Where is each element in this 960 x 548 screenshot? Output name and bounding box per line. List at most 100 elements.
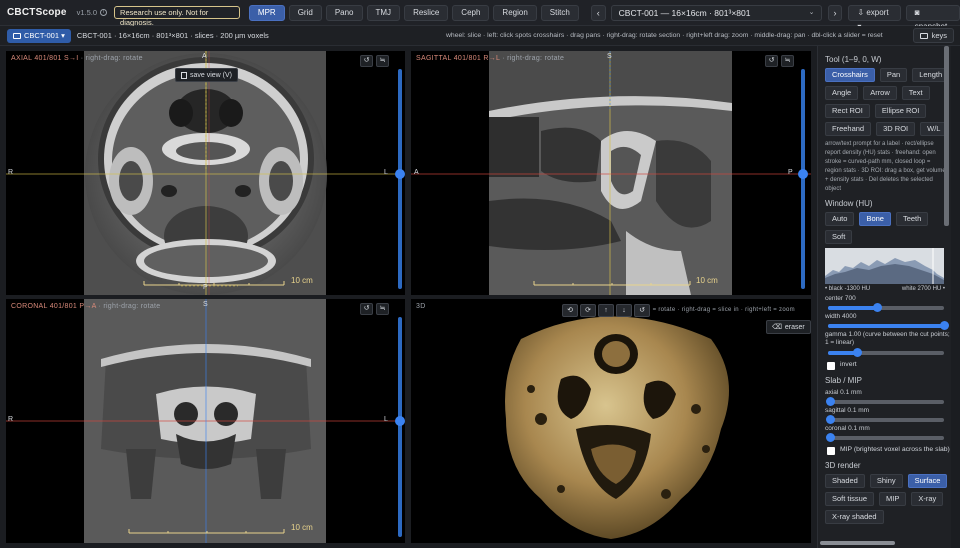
window-bone-button[interactable]: Bone [859, 212, 891, 226]
tool-freehand-button[interactable]: Freehand [825, 122, 872, 136]
hu-histogram[interactable] [825, 248, 944, 284]
tool-angle-button[interactable]: Angle [825, 86, 859, 100]
tool-panel: Tool (1–9, 0, W) Crosshairs Pan Length A… [817, 46, 951, 548]
arrow-up-icon[interactable]: ↑ [598, 304, 614, 317]
render-shaded-button[interactable]: Shaded [825, 474, 865, 488]
chevron-down-icon: ⌄ [808, 8, 815, 16]
layout-stitch-button[interactable]: Stitch [540, 4, 579, 21]
sync-icon[interactable]: ≒ [376, 55, 389, 67]
sagittal-label: SAGITTAL 401/801 R→L · right-drag: rotat… [416, 55, 565, 62]
sagittal-slab-slider[interactable] [826, 415, 944, 424]
sync-icon[interactable]: ≒ [781, 55, 794, 67]
scale-label: 10 cm [291, 276, 313, 285]
coronal-slice-knob[interactable] [395, 416, 405, 426]
3d-view-toolbar: ⟲ ⟳ ↑ ↓ ↺ [562, 304, 650, 317]
coronal-slab-slider[interactable] [826, 433, 944, 442]
width-slider[interactable] [828, 321, 949, 330]
layout-ceph-button[interactable]: Ceph [452, 4, 490, 21]
histogram-plot [825, 248, 944, 284]
sagittal-top-letter: S [607, 53, 612, 60]
save-view-button[interactable]: save view (V) [175, 68, 239, 82]
case-button[interactable]: CBCT-001 ▾ [7, 28, 71, 43]
sagittal-viewport[interactable]: SAGITTAL 401/801 R→L · right-drag: rotat… [411, 51, 811, 295]
tool-section-title: Tool (1–9, 0, W) [825, 55, 882, 64]
render-xray-button[interactable]: X-ray [911, 492, 944, 506]
sync-icon[interactable]: ≒ [376, 303, 389, 315]
invert-checkbox[interactable] [827, 362, 835, 370]
rotate-right-icon[interactable]: ⟳ [580, 304, 596, 317]
layout-region-button[interactable]: Region [493, 4, 537, 21]
tool-arrow-button[interactable]: Arrow [863, 86, 897, 100]
next-series-button[interactable]: › [827, 4, 843, 21]
disclaimer-badge: Research use only. Not for diagnosis. [114, 6, 240, 27]
render-soft-tissue-button[interactable]: Soft tissue [825, 492, 875, 506]
3d-label: 3D [416, 303, 426, 310]
axial-slab-slider[interactable] [826, 397, 944, 406]
rotate-reset-icon[interactable]: ↺ [360, 303, 373, 315]
coronal-slice-slider[interactable] [398, 317, 402, 537]
sagittal-slice-slider[interactable] [801, 69, 805, 289]
tool-text-button[interactable]: Text [901, 86, 930, 100]
reset-icon[interactable]: ↺ [634, 304, 650, 317]
export-button[interactable]: ⇩ export ▾ [848, 4, 901, 31]
tool-description: arrow/text prompt for a label · rect/ell… [825, 141, 946, 192]
coronal-slab-label: coronal 0.1 mm [825, 425, 870, 432]
mip-checkbox[interactable] [827, 447, 835, 455]
layout-grid-button[interactable]: Grid [288, 4, 322, 21]
center-slider-knob[interactable] [872, 303, 882, 312]
sagittal-slice-knob[interactable] [798, 169, 808, 179]
tool-ellipse-roi-button[interactable]: Ellipse ROI [874, 104, 927, 118]
render-shiny-button[interactable]: Shiny [869, 474, 903, 488]
top-toolbar: CBCTScope v1.5.0 i Research use only. Not… [0, 0, 960, 31]
tool-3d-roi-button[interactable]: 3D ROI [876, 122, 916, 136]
axial-slice-knob[interactable] [395, 169, 405, 179]
width-slider-fill [828, 324, 944, 328]
layout-pano-button[interactable]: Pano [325, 4, 363, 21]
render-mip-button[interactable]: MIP [879, 492, 907, 506]
render-surface-button[interactable]: Surface [907, 474, 948, 488]
sagittal-image [411, 51, 811, 295]
save-icon [181, 71, 187, 79]
series-select[interactable]: CBCT-001 — 16×16cm · 801³×801 ⌄ [610, 4, 822, 21]
scale-label: 10 cm [696, 276, 718, 285]
sagittal-slab-knob[interactable] [826, 415, 835, 424]
center-slider[interactable] [828, 303, 944, 312]
tool-pan-button[interactable]: Pan [879, 68, 908, 82]
layout-reslice-button[interactable]: Reslice [404, 4, 449, 21]
width-slider-knob[interactable] [940, 321, 949, 330]
coronal-slab-knob[interactable] [826, 433, 835, 442]
render-xray-shaded-button[interactable]: X-ray shaded [825, 510, 884, 524]
eraser-button[interactable]: ⌫ eraser [766, 320, 811, 334]
keys-button[interactable]: keys [912, 28, 954, 43]
coronal-left-letter: R [8, 416, 14, 423]
width-label: width 4000 [825, 313, 857, 320]
axial-slab-label: axial 0.1 mm [825, 389, 862, 396]
tool-crosshairs-button[interactable]: Crosshairs [825, 68, 875, 82]
window-teeth-button[interactable]: Teeth [895, 212, 929, 226]
eraser-icon: ⌫ [772, 324, 782, 331]
horizontal-scrollbar[interactable] [820, 541, 895, 545]
axial-slab-knob[interactable] [826, 397, 835, 406]
prev-series-button[interactable]: ‹ [590, 4, 606, 21]
axial-slice-slider[interactable] [398, 69, 402, 289]
3d-hint: n = rotate · right-drag = slice in · rig… [647, 307, 795, 313]
arrow-down-icon[interactable]: ↓ [616, 304, 632, 317]
rotate-reset-icon[interactable]: ↺ [360, 55, 373, 67]
tool-rect-roi-button[interactable]: Rect ROI [825, 104, 870, 118]
info-icon[interactable]: i [100, 9, 108, 16]
window-soft-button[interactable]: Soft [825, 230, 853, 244]
gamma-slider-knob[interactable] [853, 348, 862, 357]
rotate-reset-icon[interactable]: ↺ [765, 55, 778, 67]
window-auto-button[interactable]: Auto [825, 212, 855, 226]
rotate-left-icon[interactable]: ⟲ [562, 304, 578, 317]
axial-viewport[interactable]: AXIAL 401/801 S→I · right-drag: rotate ↺… [6, 51, 405, 295]
3d-viewport[interactable]: 3D n = rotate · right-drag = slice in · … [411, 299, 811, 543]
coronal-image [6, 299, 405, 543]
coronal-viewport[interactable]: CORONAL 401/801 P→A · right-drag: rotate… [6, 299, 405, 543]
layout-mpr-button[interactable]: MPR [248, 4, 285, 21]
snapshot-button[interactable]: ◙ snapshot [905, 4, 960, 31]
layout-tmj-button[interactable]: TMJ [366, 4, 401, 21]
gamma-slider[interactable] [828, 348, 944, 357]
panel-scrollbar[interactable] [944, 46, 949, 226]
case-info: CBCT-001 · 16×16cm · 801³×801 · slices ·… [76, 31, 269, 40]
